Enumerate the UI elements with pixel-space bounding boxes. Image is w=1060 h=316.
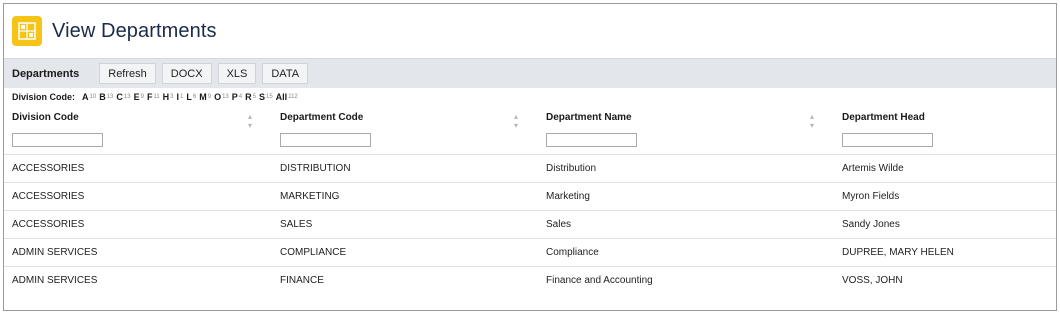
column-header-label: Department Code (280, 111, 364, 123)
division-letter-link[interactable]: F (147, 92, 153, 102)
division-letter-link[interactable]: C (116, 92, 123, 102)
toolbar: Departments Refresh DOCX XLS DATA (4, 58, 1056, 88)
table-cell: Sales (538, 209, 834, 238)
table-cell: ACCESSORIES (4, 153, 272, 182)
division-letter-count: 1 (180, 94, 184, 100)
division-letter-link[interactable]: M (199, 92, 207, 102)
division-letter-link[interactable]: B (99, 92, 106, 102)
department-code-filter-input[interactable] (280, 133, 371, 148)
table-cell: MARKETING (272, 181, 538, 210)
table-cell: Distribution (538, 153, 834, 182)
division-letter-link[interactable]: I (177, 92, 180, 102)
table-cell: ADMIN SERVICES (4, 237, 272, 266)
division-letter-count: 112 (288, 94, 298, 100)
column-header-label: Division Code (12, 111, 79, 123)
table-cell: DISTRIBUTION (272, 153, 538, 182)
sort-updown-icon[interactable]: ▴ ▾ (248, 112, 252, 130)
division-letter-count: 13 (222, 94, 229, 100)
table-cell: SALES (272, 209, 538, 238)
division-letter-count: 6 (192, 94, 197, 100)
refresh-button[interactable]: Refresh (99, 63, 156, 84)
data-export-button[interactable]: DATA (262, 63, 309, 84)
sort-updown-icon[interactable]: ▴ ▾ (514, 112, 518, 130)
division-letter-count: 5 (252, 94, 256, 100)
table-row[interactable]: ADMIN SERVICES COMPLIANCE Compliance DUPREE… (4, 237, 1056, 266)
departments-table: Division Code ▴ ▾ Department Code ▴ ▾ Depa… (4, 106, 1056, 294)
sort-updown-icon[interactable]: ▴ ▾ (810, 112, 814, 130)
division-letter-link[interactable]: H (163, 92, 170, 102)
docx-export-button[interactable]: DOCX (161, 63, 212, 84)
division-letter-count: 9 (140, 94, 144, 100)
division-letter-link[interactable]: O (214, 92, 221, 102)
filter-cell (834, 128, 1056, 154)
header-row: Division Code ▴ ▾ Department Code ▴ ▾ Depa… (4, 106, 1056, 131)
table-cell: Artemis Wilde (834, 153, 1056, 182)
column-filter-row (4, 128, 1056, 154)
departments-panel: View Departments Departments Refresh DOC… (3, 3, 1057, 311)
column-header-department-head[interactable]: Department Head (834, 106, 1056, 128)
table-row[interactable]: ACCESSORIES DISTRIBUTION Distribution Artem… (4, 153, 1056, 182)
title-bar: View Departments (4, 4, 1056, 58)
division-letter-count: 4 (238, 94, 243, 100)
division-letter-count: 3 (170, 94, 174, 100)
table-cell: Marketing (538, 181, 834, 210)
toolbar-label: Departments (12, 67, 80, 80)
building-grid-icon (12, 16, 42, 46)
table-cell: Compliance (538, 237, 834, 266)
division-code-filter-input[interactable] (12, 133, 103, 148)
column-header-division-code[interactable]: Division Code ▴ ▾ (4, 106, 272, 131)
table-cell: ACCESSORIES (4, 209, 272, 238)
column-header-label: Department Name (546, 111, 632, 123)
division-letter-link[interactable]: L (186, 92, 192, 102)
division-letter-link[interactable]: All (276, 92, 288, 102)
division-letter-count: 9 (207, 94, 212, 100)
table-cell: Sandy Jones (834, 209, 1056, 238)
table-cell: DUPREE, MARY HELEN (834, 237, 1056, 266)
division-letter-link[interactable]: E (134, 92, 140, 102)
column-header-department-code[interactable]: Department Code ▴ ▾ (272, 106, 538, 131)
table-cell: Finance and Accounting (538, 265, 834, 294)
table-row[interactable]: ADMIN SERVICES FINANCE Finance and Account… (4, 265, 1056, 294)
column-header-label: Department Head (842, 111, 925, 123)
page-title: View Departments (52, 19, 217, 42)
division-letter-count: 15 (265, 94, 273, 100)
xls-export-button[interactable]: XLS (217, 63, 257, 84)
column-header-department-name[interactable]: Department Name ▴ ▾ (538, 106, 834, 131)
filter-cell (538, 128, 834, 154)
filter-cell (4, 128, 272, 154)
table-cell: ADMIN SERVICES (4, 265, 272, 294)
division-letter-link[interactable]: R (245, 92, 252, 102)
table-cell: FINANCE (272, 265, 538, 294)
table-row[interactable]: ACCESSORIES SALES Sales Sandy Jones (4, 209, 1056, 238)
department-head-filter-input[interactable] (842, 133, 933, 148)
table-body: ACCESSORIES DISTRIBUTION Distribution Artem… (4, 153, 1056, 294)
department-name-filter-input[interactable] (546, 133, 637, 148)
division-letter-link[interactable]: S (259, 92, 265, 102)
filter-label: Division Code: (12, 92, 76, 102)
division-code-filter: Division Code: A 10 B 13 C 13 E 9 F 11 H 3 I 1 L 6 M 9 O 13… (4, 88, 1056, 106)
table-row[interactable]: ACCESSORIES MARKETING Marketing Myron Field… (4, 181, 1056, 210)
table-cell: Myron Fields (834, 181, 1056, 210)
table-cell: ACCESSORIES (4, 181, 272, 210)
table-cell: COMPLIANCE (272, 237, 538, 266)
filter-cell (272, 128, 538, 154)
division-letter-count: 13 (123, 94, 131, 100)
division-letter-count: 11 (153, 94, 160, 100)
division-letter-link[interactable]: P (232, 92, 238, 102)
division-letter-count: 13 (106, 94, 114, 100)
division-letter-count: 10 (89, 94, 97, 100)
division-letter-link[interactable]: A (82, 92, 89, 102)
table-cell: VOSS, JOHN (834, 265, 1056, 294)
